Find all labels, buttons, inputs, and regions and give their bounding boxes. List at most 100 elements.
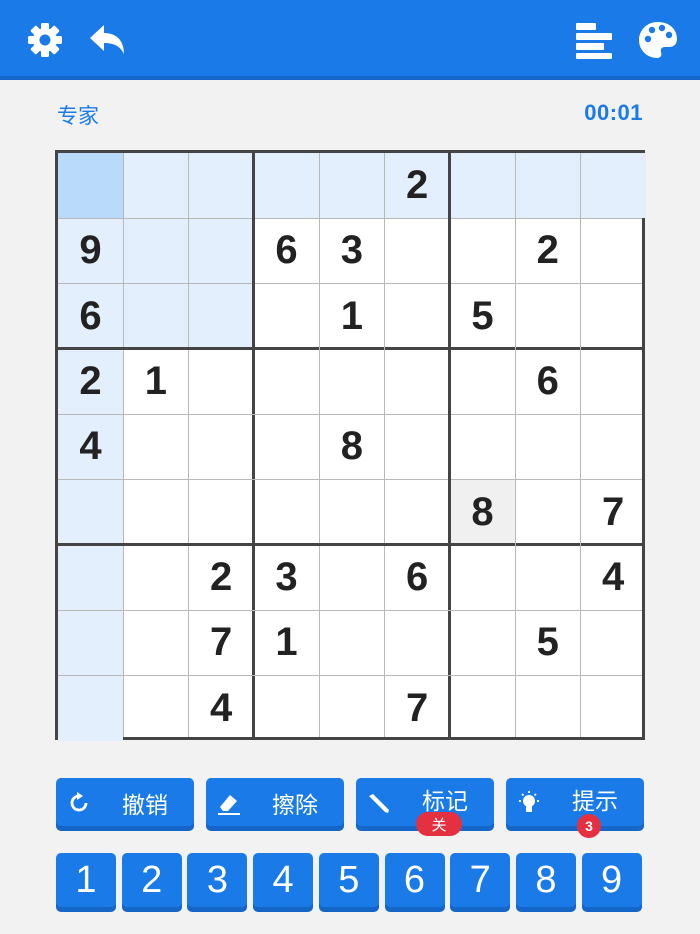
number-button[interactable]: 7: [450, 853, 511, 907]
sudoku-cell[interactable]: [515, 545, 580, 610]
sudoku-cell[interactable]: [450, 414, 515, 479]
sudoku-cell[interactable]: [581, 218, 646, 283]
sudoku-cell[interactable]: [581, 349, 646, 414]
sudoku-cell[interactable]: [450, 545, 515, 610]
sudoku-cell[interactable]: [188, 283, 254, 349]
sudoku-cell[interactable]: 1: [254, 610, 319, 675]
sudoku-cell[interactable]: [123, 283, 189, 349]
sudoku-cell[interactable]: [580, 153, 646, 218]
sudoku-cell[interactable]: [581, 676, 646, 741]
sudoku-cell[interactable]: [515, 480, 580, 545]
number-button[interactable]: 8: [515, 853, 576, 907]
sudoku-cell[interactable]: [123, 153, 189, 218]
sudoku-cell[interactable]: [385, 414, 450, 479]
sudoku-cell[interactable]: 2: [384, 153, 450, 218]
sudoku-cell[interactable]: [450, 218, 515, 283]
sudoku-cell[interactable]: [449, 153, 515, 218]
notes-button[interactable]: 标记 关: [356, 778, 494, 836]
sudoku-cell[interactable]: 9: [58, 218, 123, 284]
sudoku-cell[interactable]: [450, 676, 515, 741]
sudoku-cell[interactable]: 8: [319, 414, 384, 479]
sudoku-cell[interactable]: 2: [189, 545, 254, 610]
sudoku-cell[interactable]: [123, 414, 188, 479]
sudoku-cell[interactable]: [188, 153, 254, 218]
sudoku-cell[interactable]: [385, 218, 450, 283]
sudoku-cell[interactable]: [515, 284, 580, 349]
hint-button[interactable]: 提示 3: [506, 778, 644, 838]
number-button[interactable]: 1: [56, 853, 116, 907]
sudoku-cell[interactable]: 4: [189, 676, 254, 741]
sudoku-cell[interactable]: [319, 153, 385, 218]
undo-button[interactable]: 撤销: [56, 778, 194, 826]
sudoku-cell[interactable]: [450, 610, 515, 675]
sudoku-cell[interactable]: 6: [385, 545, 450, 610]
sudoku-cell[interactable]: [581, 284, 646, 349]
stats-bars-icon[interactable]: [572, 18, 616, 62]
sudoku-cell[interactable]: 6: [254, 218, 319, 283]
sudoku-cell[interactable]: [254, 349, 319, 414]
sudoku-cell[interactable]: [319, 349, 384, 414]
number-button[interactable]: 2: [121, 853, 182, 907]
sudoku-cell[interactable]: 7: [385, 676, 450, 741]
sudoku-cell[interactable]: [189, 480, 254, 545]
sudoku-cell[interactable]: [189, 414, 254, 479]
sudoku-cell[interactable]: [319, 480, 384, 545]
sudoku-cell[interactable]: [385, 284, 450, 349]
sudoku-cell[interactable]: [188, 218, 254, 284]
sudoku-cell[interactable]: [58, 153, 123, 218]
palette-icon[interactable]: [636, 18, 680, 62]
sudoku-cell[interactable]: [385, 610, 450, 675]
grid-line-horizontal: [58, 675, 642, 677]
sudoku-cell[interactable]: 7: [581, 480, 646, 545]
erase-button[interactable]: 擦除: [206, 778, 344, 826]
sudoku-cell[interactable]: [385, 349, 450, 414]
sudoku-cell[interactable]: 5: [515, 610, 580, 675]
undo-arrow-icon[interactable]: [86, 18, 130, 62]
gear-icon[interactable]: [23, 18, 67, 62]
sudoku-cell[interactable]: [254, 676, 319, 741]
sudoku-cell[interactable]: 6: [58, 283, 123, 349]
sudoku-cell[interactable]: 7: [189, 610, 254, 675]
sudoku-cell[interactable]: [319, 610, 384, 675]
sudoku-cell[interactable]: 1: [123, 349, 188, 414]
grid-line-vertical: [318, 153, 320, 737]
sudoku-cell[interactable]: [58, 675, 123, 741]
sudoku-cell[interactable]: [189, 349, 254, 414]
sudoku-cell[interactable]: [254, 480, 319, 545]
sudoku-cell[interactable]: 3: [319, 218, 384, 283]
sudoku-cell[interactable]: [123, 676, 188, 741]
number-button[interactable]: 9: [581, 853, 642, 907]
sudoku-cell[interactable]: [581, 414, 646, 479]
sudoku-cell[interactable]: 1: [319, 284, 384, 349]
number-button[interactable]: 6: [384, 853, 445, 907]
sudoku-cell[interactable]: [515, 676, 580, 741]
sudoku-cell[interactable]: [123, 480, 188, 545]
sudoku-cell[interactable]: [123, 610, 188, 675]
number-button[interactable]: 5: [318, 853, 379, 907]
sudoku-cell[interactable]: [254, 414, 319, 479]
sudoku-cell[interactable]: [319, 545, 384, 610]
sudoku-cell[interactable]: [58, 610, 123, 676]
sudoku-cell[interactable]: 4: [58, 414, 123, 480]
sudoku-cell[interactable]: [254, 284, 319, 349]
sudoku-cell[interactable]: 6: [515, 349, 580, 414]
sudoku-cell[interactable]: [253, 153, 319, 218]
sudoku-cell[interactable]: [319, 676, 384, 741]
sudoku-cell[interactable]: 8: [449, 479, 515, 545]
sudoku-cell[interactable]: [385, 480, 450, 545]
number-button[interactable]: 3: [187, 853, 248, 907]
sudoku-cell[interactable]: 2: [58, 348, 123, 414]
sudoku-cell[interactable]: [58, 544, 123, 610]
number-button[interactable]: 4: [253, 853, 314, 907]
sudoku-cell[interactable]: [123, 218, 189, 284]
sudoku-cell[interactable]: 5: [450, 284, 515, 349]
sudoku-cell[interactable]: 3: [254, 545, 319, 610]
sudoku-cell[interactable]: [581, 610, 646, 675]
sudoku-cell[interactable]: 4: [581, 545, 646, 610]
sudoku-cell[interactable]: [123, 545, 188, 610]
sudoku-cell[interactable]: [450, 349, 515, 414]
sudoku-cell[interactable]: 2: [515, 218, 580, 283]
sudoku-cell[interactable]: [515, 414, 580, 479]
sudoku-cell[interactable]: [58, 479, 123, 545]
sudoku-cell[interactable]: [515, 153, 581, 218]
